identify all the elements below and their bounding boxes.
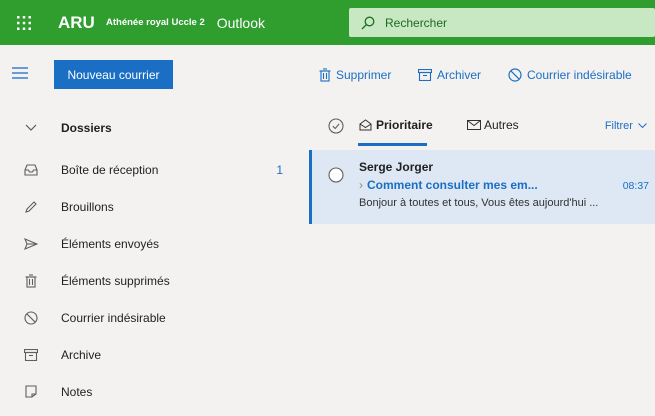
hamburger-menu-icon[interactable] (12, 66, 28, 80)
expand-chevron-icon[interactable]: › (359, 178, 363, 192)
tab-focused[interactable]: Prioritaire (359, 118, 433, 132)
unread-count-badge: 1 (276, 162, 283, 177)
app-launcher-button[interactable] (0, 0, 48, 45)
archive-label: Archiver (437, 68, 482, 82)
folder-pane: Dossiers Boîte de réception 1 Brouillons… (0, 106, 309, 416)
top-header: ARU Athénée royal Uccle 2 Outlook Recher… (0, 0, 655, 45)
nav-item-drafts[interactable]: Brouillons (0, 188, 309, 225)
tab-other[interactable]: Autres (467, 118, 519, 132)
filter-label: Filtrer (604, 120, 633, 132)
nav-item-label: Éléments envoyés (61, 236, 160, 251)
archive-button[interactable]: Archiver (418, 68, 481, 82)
nav-item-label: Courrier indésirable (61, 310, 166, 325)
search-icon (353, 16, 383, 30)
nav-item-inbox[interactable]: Boîte de réception 1 (0, 151, 309, 188)
active-tab-indicator (358, 143, 427, 146)
message-subject-text: Comment consulter mes em... (367, 178, 538, 192)
note-icon (24, 385, 38, 399)
logo-icon: ARU (58, 13, 95, 32)
chevron-down-icon[interactable] (24, 121, 38, 135)
app-launcher-icon (17, 15, 31, 30)
delete-label: Supprimer (336, 68, 392, 82)
archive-icon (418, 69, 432, 81)
trash-icon (319, 68, 331, 82)
block-icon (24, 310, 38, 325)
junk-button[interactable]: Courrier indésirable (508, 68, 632, 82)
message-list-pane: Prioritaire Autres Filtrer Serge Jorger … (309, 106, 655, 416)
trash-icon (24, 273, 38, 288)
inbox-icon (24, 163, 38, 177)
nav-item-sent[interactable]: Éléments envoyés (0, 225, 309, 262)
tab-other-label: Autres (484, 118, 519, 132)
message-sender: Serge Jorger (359, 160, 434, 174)
folders-title: Dossiers (61, 120, 112, 135)
nav-item-label: Archive (61, 347, 102, 362)
nav-item-label: Notes (61, 384, 93, 399)
select-all-checkbox[interactable] (328, 118, 344, 137)
message-subject: › Comment consulter mes em... (359, 178, 538, 192)
message-select-checkbox[interactable] (328, 167, 344, 186)
nav-item-archive[interactable]: Archive (0, 336, 309, 373)
school-logo[interactable]: ARU Athénée royal Uccle 2 (58, 0, 205, 45)
app-name[interactable]: Outlook (217, 15, 265, 31)
search-box[interactable]: Rechercher (349, 8, 655, 37)
command-bar: Nouveau courrier Supprimer Archiver Cour… (0, 45, 655, 106)
chevron-down-icon (638, 123, 647, 129)
nav-item-label: Éléments supprimés (61, 273, 170, 288)
envelope-open-icon (359, 119, 372, 131)
block-icon (508, 68, 522, 82)
nav-item-junk[interactable]: Courrier indésirable (0, 299, 309, 336)
junk-label: Courrier indésirable (527, 68, 632, 82)
svg-text:ARU: ARU (58, 13, 95, 32)
nav-item-notes[interactable]: Notes (0, 373, 309, 410)
delete-button[interactable]: Supprimer (319, 68, 391, 82)
folders-header[interactable]: Dossiers (0, 109, 309, 146)
message-item[interactable]: Serge Jorger › Comment consulter mes em..… (309, 150, 655, 224)
filter-button[interactable]: Filtrer (605, 120, 647, 132)
nav-item-deleted[interactable]: Éléments supprimés (0, 262, 309, 299)
nav-item-label: Brouillons (61, 199, 114, 214)
check-circle-icon (328, 118, 344, 134)
search-input[interactable]: Rechercher (385, 16, 447, 30)
pencil-icon (24, 200, 38, 214)
envelope-icon (467, 120, 481, 130)
radio-circle-icon (328, 167, 344, 183)
archive-icon (24, 348, 38, 362)
new-mail-button[interactable]: Nouveau courrier (54, 60, 173, 89)
message-time: 08:37 (622, 180, 649, 192)
tab-focused-label: Prioritaire (376, 118, 433, 132)
send-icon (24, 237, 38, 251)
nav-item-label: Boîte de réception (61, 162, 159, 177)
message-preview: Bonjour à toutes et tous, Vous êtes aujo… (359, 197, 599, 209)
school-name: Athénée royal Uccle 2 (106, 17, 205, 28)
